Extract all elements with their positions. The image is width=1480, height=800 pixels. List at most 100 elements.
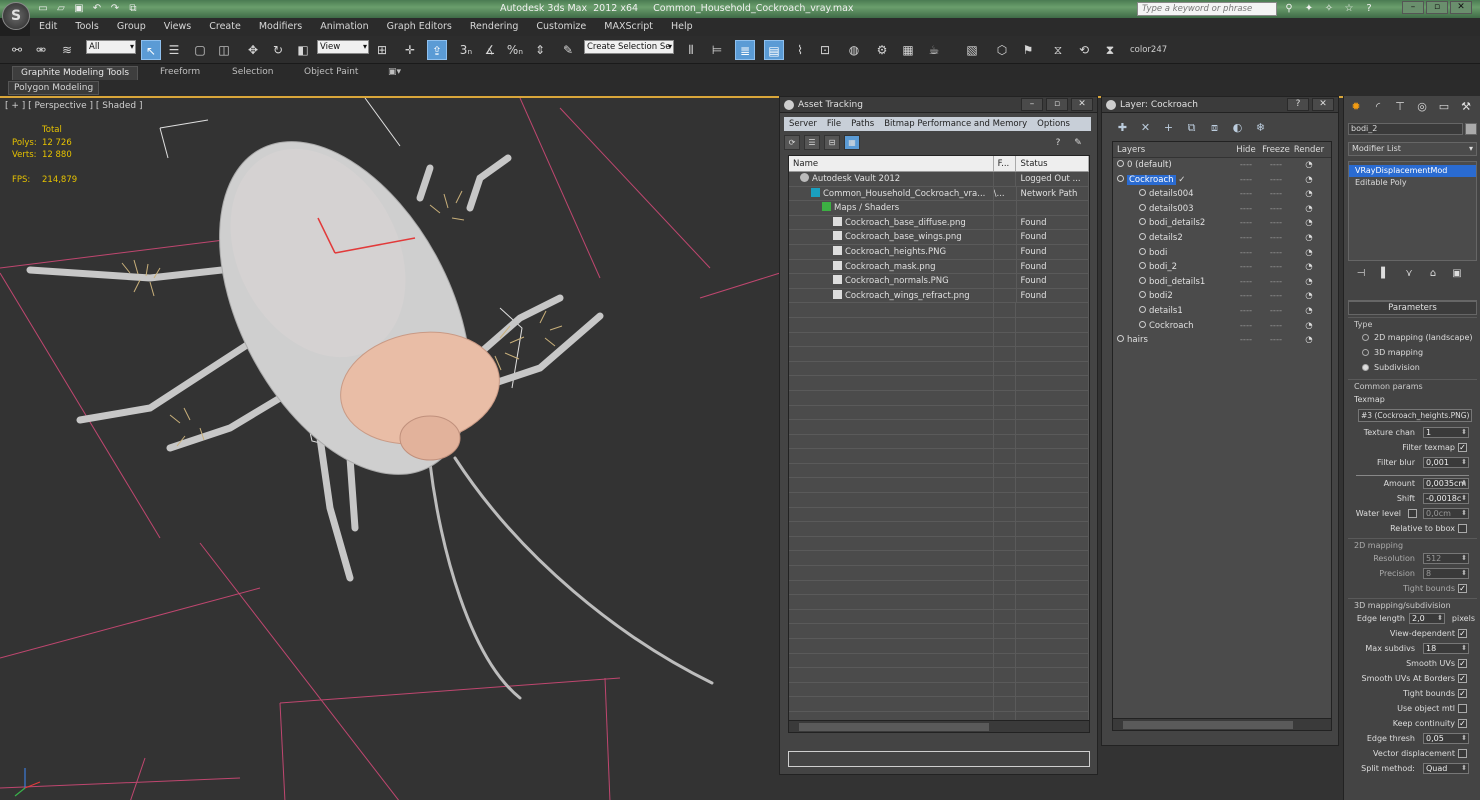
tab-freeform[interactable]: Freeform xyxy=(152,66,208,79)
shift-spinner[interactable]: -0,0018c xyxy=(1423,493,1469,504)
motion-tab-icon[interactable]: ◎ xyxy=(1414,100,1430,114)
layer-row[interactable]: hairs ---- ---- ◔ xyxy=(1113,333,1331,348)
rendered-frame-window-icon[interactable]: ▦ xyxy=(898,40,918,60)
render-teapot-icon[interactable]: ◔ xyxy=(1291,304,1327,319)
utilities-tab-icon[interactable]: ⚒ xyxy=(1458,100,1474,114)
render-teapot-icon[interactable]: ◔ xyxy=(1291,246,1327,261)
render-teapot-icon[interactable]: ◔ xyxy=(1291,202,1327,217)
freeze-toggle[interactable]: ---- xyxy=(1261,289,1291,304)
vector-displacement-checkbox[interactable] xyxy=(1458,749,1467,758)
menu-edit[interactable]: Edit xyxy=(30,18,66,36)
at-menu-paths[interactable]: Paths xyxy=(846,117,879,131)
open-file-icon[interactable]: ▱ xyxy=(54,2,68,15)
freeze-toggle[interactable]: ---- xyxy=(1261,246,1291,261)
use-object-mtl-checkbox[interactable] xyxy=(1458,704,1467,713)
asset-row[interactable]: Cockroach_heights.PNG Found xyxy=(789,244,1089,260)
undo-icon[interactable]: ↶ xyxy=(90,2,104,15)
asset-row[interactable]: Cockroach_normals.PNG Found xyxy=(789,274,1089,289)
freeze-toggle[interactable]: ---- xyxy=(1261,173,1291,188)
layer-object-row[interactable]: details004 ---- ---- ◔ xyxy=(1113,187,1331,202)
precision-spinner[interactable]: 8 xyxy=(1423,568,1469,579)
polygon-modeling-panel[interactable]: Polygon Modeling xyxy=(8,81,100,95)
rect-selection-icon[interactable]: ▢ xyxy=(191,40,209,60)
freeze-toggle[interactable]: ---- xyxy=(1261,275,1291,290)
spinner-snap-icon[interactable]: ⇕ xyxy=(530,40,550,60)
menu-maxscript[interactable]: MAXScript xyxy=(595,18,662,36)
tight-bounds-2d-checkbox[interactable]: ✓ xyxy=(1458,584,1467,593)
split-method-dropdown[interactable]: Quad xyxy=(1423,763,1469,774)
layer-col-layers[interactable]: Layers xyxy=(1113,142,1231,157)
menu-create[interactable]: Create xyxy=(200,18,250,36)
vray-light-icon[interactable]: ⚑ xyxy=(1018,40,1038,60)
vray-frame-buffer-icon[interactable]: ▧ xyxy=(962,40,982,60)
at-refresh-icon[interactable]: ⟳ xyxy=(784,135,800,150)
select-manipulate-icon[interactable]: ✛ xyxy=(400,40,420,60)
object-color-swatch[interactable] xyxy=(1465,123,1477,135)
resolution-spinner[interactable]: 512 xyxy=(1423,553,1469,564)
freeze-toggle[interactable]: ---- xyxy=(1261,231,1291,246)
asset-tracking-titlebar[interactable]: Asset Tracking – ▫ ✕ xyxy=(780,97,1097,113)
angle-snap-icon[interactable]: ∡ xyxy=(480,40,500,60)
at-pin-icon[interactable]: ✎ xyxy=(1071,137,1085,149)
vray-tool-icon[interactable]: ⬡ xyxy=(992,40,1012,60)
scale-icon[interactable]: ◧ xyxy=(293,40,313,60)
layer-col-freeze[interactable]: Freeze xyxy=(1261,142,1291,157)
rotate-icon[interactable]: ↻ xyxy=(268,40,288,60)
at-tree-view-icon[interactable]: ⊟ xyxy=(824,135,840,150)
asset-row[interactable]: Maps / Shaders xyxy=(789,201,1089,216)
display-tab-icon[interactable]: ▭ xyxy=(1436,100,1452,114)
smooth-uvs-borders-checkbox[interactable]: ✓ xyxy=(1458,674,1467,683)
help-icon[interactable]: ? xyxy=(1362,2,1376,16)
render-teapot-icon[interactable]: ◔ xyxy=(1291,260,1327,275)
smooth-uvs-checkbox[interactable]: ✓ xyxy=(1458,659,1467,668)
configure-sets-icon[interactable]: ▣ xyxy=(1450,267,1464,281)
snaps-toggle-icon[interactable]: 3ₙ xyxy=(456,40,476,60)
freeze-toggle[interactable]: ---- xyxy=(1261,216,1291,231)
menu-group[interactable]: Group xyxy=(108,18,155,36)
hide-toggle[interactable]: ---- xyxy=(1231,158,1261,173)
close-button[interactable]: ✕ xyxy=(1450,1,1472,14)
layer-help-button[interactable]: ? xyxy=(1287,98,1309,111)
render-teapot-icon[interactable]: ◔ xyxy=(1291,216,1327,231)
create-tab-icon[interactable]: ✹ xyxy=(1348,100,1364,114)
current-layer-check-icon[interactable]: ✓ xyxy=(1176,175,1185,185)
render-teapot-icon[interactable]: ◔ xyxy=(1291,187,1327,202)
new-file-icon[interactable]: ▭ xyxy=(36,2,50,15)
layer-object-row[interactable]: details003 ---- ---- ◔ xyxy=(1113,202,1331,217)
freeze-toggle[interactable]: ---- xyxy=(1261,158,1291,173)
pin-stack-icon[interactable]: ⊣ xyxy=(1354,267,1368,281)
at-minimize-button[interactable]: – xyxy=(1021,98,1043,111)
mirror-icon[interactable]: ⫴ xyxy=(681,40,701,60)
freeze-toggle[interactable]: ---- xyxy=(1261,260,1291,275)
render-production-icon[interactable]: ☕ xyxy=(924,40,944,60)
bind-spacewarp-icon[interactable]: ≋ xyxy=(58,40,76,60)
app-logo[interactable]: S xyxy=(2,2,30,30)
layer-object-row[interactable]: bodi2 ---- ---- ◔ xyxy=(1113,289,1331,304)
render-teapot-icon[interactable]: ◔ xyxy=(1291,275,1327,290)
create-layer-icon[interactable]: ✚ xyxy=(1116,121,1129,134)
hide-toggle[interactable]: ---- xyxy=(1231,187,1261,202)
delete-layer-icon[interactable]: ✕ xyxy=(1139,121,1152,134)
render-setup-icon[interactable]: ⚙ xyxy=(872,40,892,60)
menu-tools[interactable]: Tools xyxy=(66,18,107,36)
hide-toggle[interactable]: ---- xyxy=(1231,333,1261,348)
select-by-name-icon[interactable]: ☰ xyxy=(165,40,183,60)
move-icon[interactable]: ✥ xyxy=(243,40,263,60)
at-close-button[interactable]: ✕ xyxy=(1071,98,1093,111)
stack-item-editable-poly[interactable]: Editable Poly xyxy=(1349,177,1476,189)
freeze-toggle[interactable]: ---- xyxy=(1261,304,1291,319)
viewport-label[interactable]: [ + ] [ Perspective ] [ Shaded ] xyxy=(5,101,143,111)
parameters-rollout-header[interactable]: Parameters xyxy=(1348,301,1477,315)
menu-help[interactable]: Help xyxy=(662,18,702,36)
menu-animation[interactable]: Animation xyxy=(311,18,377,36)
at-menu-options[interactable]: Options xyxy=(1032,117,1075,131)
pivot-center-icon[interactable]: ⊞ xyxy=(372,40,392,60)
percent-snap-icon[interactable]: %ₙ xyxy=(505,40,525,60)
render-teapot-icon[interactable]: ◔ xyxy=(1291,319,1327,334)
max-subdivs-spinner[interactable]: 18 xyxy=(1423,643,1469,654)
view-dependent-checkbox[interactable]: ✓ xyxy=(1458,629,1467,638)
layer-object-row[interactable]: Cockroach ---- ---- ◔ xyxy=(1113,319,1331,334)
at-maximize-button[interactable]: ▫ xyxy=(1046,98,1068,111)
named-selection-set-dropdown[interactable]: Create Selection Se xyxy=(584,40,674,54)
layer-close-button[interactable]: ✕ xyxy=(1312,98,1334,111)
